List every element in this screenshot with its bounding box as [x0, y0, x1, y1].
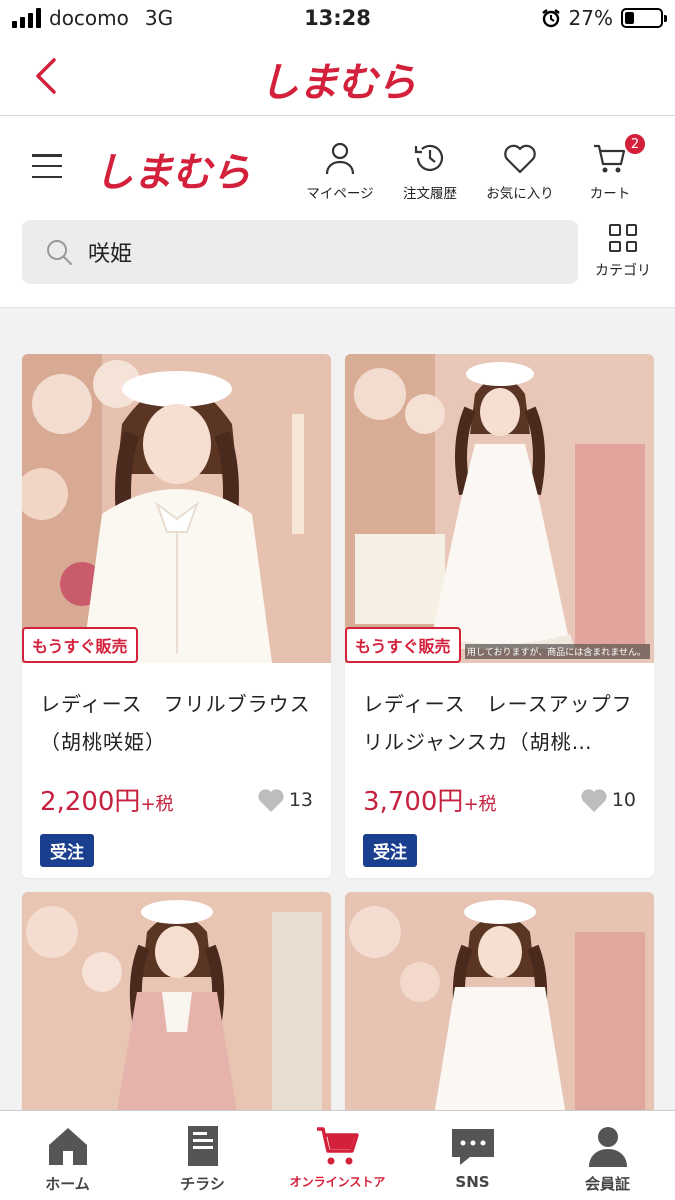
battery-icon	[621, 8, 667, 28]
tax-label: +税	[140, 794, 174, 815]
product-name[interactable]: レディース フリルブラウス（胡桃咲姫）	[40, 685, 313, 761]
header-icon-nav: マイページ 注文履歴 お気に入り 2 カート	[299, 132, 651, 202]
coming-soon-badge: もうすぐ販売	[345, 627, 461, 663]
battery-fill	[625, 12, 635, 24]
chat-icon	[451, 1129, 494, 1165]
order-tag: 受注	[363, 834, 417, 867]
category-button[interactable]: カテゴリ	[593, 224, 653, 280]
product-photo[interactable]: もうすぐ販売	[22, 354, 331, 663]
tab-sns[interactable]: SNS	[405, 1111, 540, 1200]
tab-online-store[interactable]: オンラインストア	[270, 1111, 405, 1200]
bottom-tab-bar: ホーム チラシ オンラインストア SNS 会員証	[0, 1110, 675, 1200]
alarm-icon	[541, 9, 560, 28]
tab-flyer-label: チラシ	[180, 1175, 225, 1193]
member-icon	[588, 1127, 627, 1167]
tab-sns-label: SNS	[455, 1173, 490, 1191]
tab-member-label: 会員証	[584, 1175, 630, 1193]
product-photo-image	[345, 354, 654, 663]
site-header: しまむら マイページ 注文履歴 お気に入り 2 カート 咲姫 カテゴリ	[0, 116, 675, 308]
order-history-link[interactable]: 注文履歴	[389, 140, 471, 202]
site-logo[interactable]: しまむら	[94, 140, 251, 198]
tab-home-label: ホーム	[45, 1175, 90, 1193]
product-grid: もうすぐ販売 レディース フリルブラウス（胡桃咲姫） 2,200円+税 13 受…	[22, 354, 654, 1200]
price-value: 3,700円	[363, 787, 464, 817]
product-card[interactable]: もうすぐ販売 レディース フリルブラウス（胡桃咲姫） 2,200円+税 13 受…	[22, 354, 331, 878]
home-icon	[48, 1128, 87, 1165]
cart-icon	[316, 1127, 359, 1165]
person-icon	[325, 142, 355, 175]
tab-member[interactable]: 会員証	[540, 1111, 675, 1200]
product-photo-image	[22, 354, 331, 663]
product-photo[interactable]: もうすぐ販売 用しておりますが、商品には含まれません。	[345, 354, 654, 663]
search-icon	[47, 240, 72, 265]
heart-icon	[504, 144, 536, 174]
menu-icon[interactable]	[32, 154, 62, 178]
mypage-label: マイページ	[306, 186, 374, 202]
price-value: 2,200円	[40, 787, 141, 817]
cart-label: カート	[589, 186, 631, 202]
product-card[interactable]: もうすぐ販売 用しておりますが、商品には含まれません。 レディース レースアップ…	[345, 354, 654, 878]
favorites-label: お気に入り	[486, 186, 554, 202]
grid-icon	[609, 224, 637, 252]
search-input[interactable]	[88, 239, 528, 265]
heart-icon	[258, 788, 284, 812]
cart-count-badge: 2	[623, 132, 647, 156]
app-nav-bar: しまむら	[0, 40, 675, 116]
brand-logo: しまむら	[259, 59, 417, 106]
tab-flyer[interactable]: チラシ	[135, 1111, 270, 1200]
battery-percent: 27%	[568, 6, 613, 30]
product-name[interactable]: レディース レースアップフリルジャンスカ（胡桃…	[363, 685, 636, 761]
product-price: 3,700円+税	[363, 781, 497, 818]
order-history-label: 注文履歴	[403, 186, 457, 202]
photo-disclaimer: 用しておりますが、商品には含まれません。	[465, 644, 650, 659]
like-count: 10	[611, 788, 636, 811]
history-icon	[414, 144, 444, 171]
search-box[interactable]	[22, 220, 578, 284]
order-tag: 受注	[40, 834, 94, 867]
tax-label: +税	[463, 794, 497, 815]
favorites-link[interactable]: お気に入り	[479, 140, 561, 202]
tab-online-store-label: オンラインストア	[289, 1175, 386, 1189]
flyer-icon	[187, 1126, 218, 1166]
product-price: 2,200円+税	[40, 781, 174, 818]
like-count: 13	[288, 788, 313, 811]
mypage-link[interactable]: マイページ	[299, 140, 381, 202]
heart-icon	[581, 788, 607, 812]
coming-soon-badge: もうすぐ販売	[22, 627, 138, 663]
tab-home[interactable]: ホーム	[0, 1111, 135, 1200]
like-button[interactable]: 10	[580, 787, 636, 813]
category-label: カテゴリ	[595, 263, 651, 279]
status-bar: docomo 3G 13:28 27%	[0, 0, 675, 40]
cart-link[interactable]: 2 カート	[569, 132, 651, 202]
like-button[interactable]: 13	[257, 787, 313, 813]
